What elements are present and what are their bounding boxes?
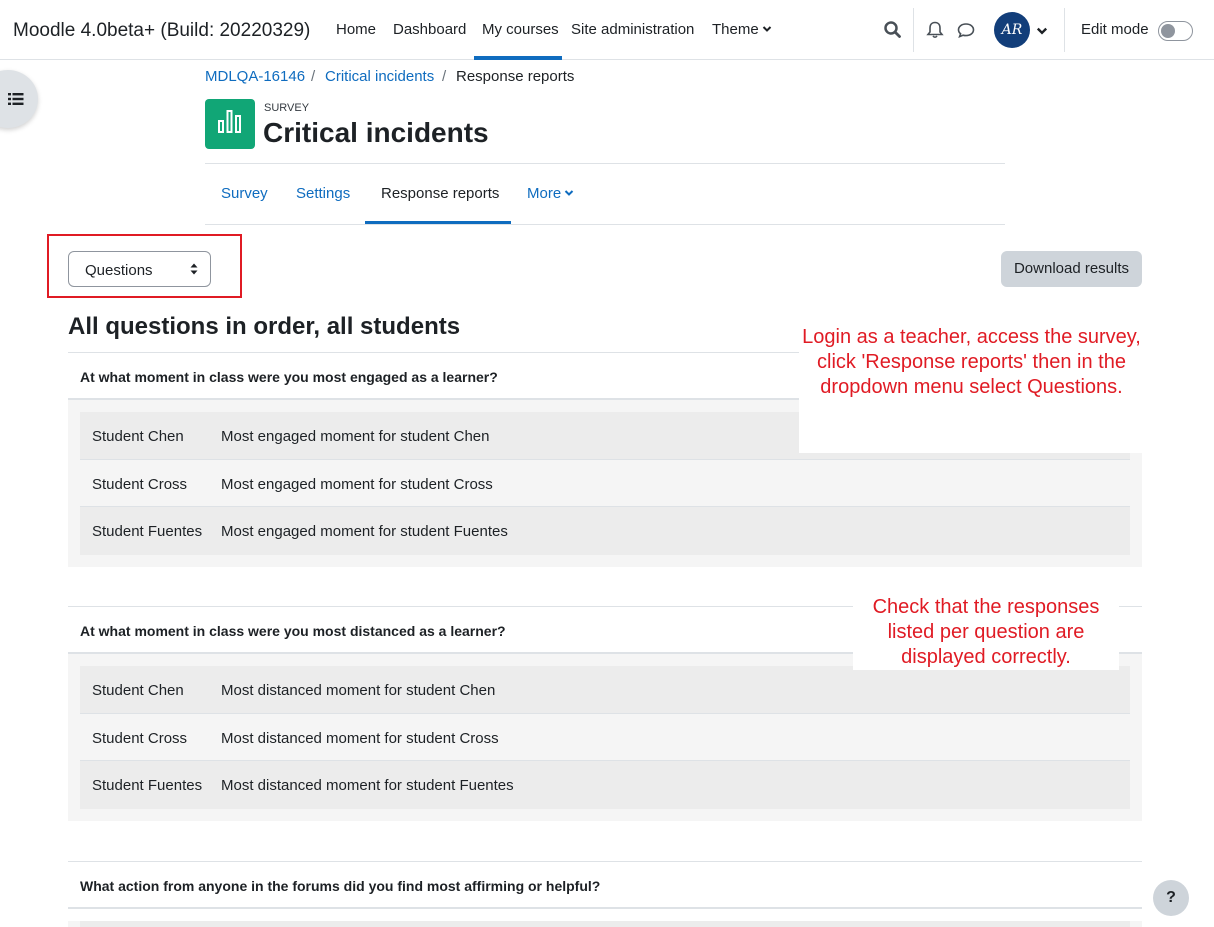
top-navbar: Moodle 4.0beta+ (Build: 20220329) Home D… <box>0 0 1214 60</box>
user-avatar[interactable]: AR <box>994 12 1030 48</box>
student-name: Student Fuentes <box>92 777 203 794</box>
chevron-down-icon <box>762 26 771 32</box>
nav-active-indicator <box>474 56 562 60</box>
page-title: Critical incidents <box>263 117 489 148</box>
question-text: At what moment in class were you most en… <box>80 369 498 385</box>
course-index-toggle[interactable] <box>0 70 38 128</box>
download-results-button[interactable]: Download results <box>1001 251 1142 287</box>
nav-home[interactable]: Home <box>336 21 376 38</box>
question-header: What action from anyone in the forums di… <box>68 861 1142 909</box>
list-icon <box>8 93 24 105</box>
student-name: Student Cross <box>92 475 188 493</box>
site-name[interactable]: Moodle 4.0beta+ (Build: 20220329) <box>13 20 310 42</box>
module-type-label: SURVEY <box>264 102 310 114</box>
response-text: Most engaged moment for student Fuentes <box>221 523 508 540</box>
response-row: Student Fuentes Most engaged moment for … <box>80 507 1130 555</box>
response-row: Student Cross Most distanced moment for … <box>80 713 1130 761</box>
breadcrumb-course[interactable]: MDLQA-16146 <box>205 68 305 85</box>
tab-more-label: More <box>527 185 562 202</box>
response-row: Student Chen Most distanced moment for s… <box>80 666 1130 714</box>
tab-more[interactable]: More <box>527 185 574 202</box>
nav-dashboard[interactable]: Dashboard <box>393 21 466 38</box>
question-text: At what moment in class were you most di… <box>80 623 506 639</box>
report-type-select[interactable]: Questions <box>68 251 211 287</box>
messages-icon[interactable] <box>956 20 976 40</box>
question-block: What action from anyone in the forums di… <box>68 861 1142 927</box>
header-divider <box>205 163 1005 164</box>
tab-survey[interactable]: Survey <box>221 185 268 202</box>
notification-bell-icon[interactable] <box>925 20 945 40</box>
student-name: Student Cross <box>92 729 188 747</box>
student-name: Student Chen <box>92 682 184 699</box>
select-arrows-icon <box>190 263 198 275</box>
breadcrumb-current: Response reports <box>456 68 575 85</box>
survey-icon <box>205 99 255 149</box>
report-type-select-value: Questions <box>85 262 153 279</box>
nav-theme-label: Theme <box>712 21 759 38</box>
response-text: Most distanced moment for student Chen <box>221 682 496 699</box>
response-row: Student Fuentes Most distanced moment fo… <box>80 761 1130 809</box>
tabs-divider <box>205 224 1005 225</box>
nav-site-administration[interactable]: Site administration <box>571 21 694 38</box>
section-heading: All questions in order, all students <box>68 313 461 340</box>
responses-table: Student Chen Most distanced moment for s… <box>68 654 1142 821</box>
response-text: Most engaged moment for student Cross <box>221 475 493 493</box>
responses-table <box>68 921 1142 927</box>
help-button[interactable]: ? <box>1153 880 1189 916</box>
navbar-divider <box>913 8 914 52</box>
annotation-check: Check that the responses listed per ques… <box>853 595 1119 670</box>
response-text: Most distanced moment for student Cross <box>221 729 499 747</box>
breadcrumb-separator: / <box>311 68 316 85</box>
response-text: Most engaged moment for student Chen <box>221 428 490 445</box>
edit-mode-label: Edit mode <box>1081 21 1149 38</box>
breadcrumb-separator: / <box>442 68 447 85</box>
response-text: Most distanced moment for student Fuente… <box>221 777 514 794</box>
response-row <box>80 921 1130 927</box>
search-icon[interactable] <box>883 20 903 40</box>
edit-mode-toggle[interactable] <box>1158 21 1193 41</box>
tab-settings[interactable]: Settings <box>296 185 350 202</box>
breadcrumb-activity[interactable]: Critical incidents <box>325 68 434 85</box>
annotation-instructions: Login as a teacher, access the survey, c… <box>799 323 1144 453</box>
user-menu-chevron-icon[interactable] <box>1036 25 1048 37</box>
tab-response-reports[interactable]: Response reports <box>381 185 499 202</box>
student-name: Student Fuentes <box>92 523 203 540</box>
student-name: Student Chen <box>92 428 184 445</box>
response-row: Student Cross Most engaged moment for st… <box>80 459 1130 507</box>
chevron-down-icon <box>564 190 574 196</box>
question-text: What action from anyone in the forums di… <box>80 878 601 894</box>
nav-my-courses[interactable]: My courses <box>482 21 559 38</box>
nav-theme[interactable]: Theme <box>712 21 772 38</box>
navbar-divider <box>1064 8 1065 52</box>
